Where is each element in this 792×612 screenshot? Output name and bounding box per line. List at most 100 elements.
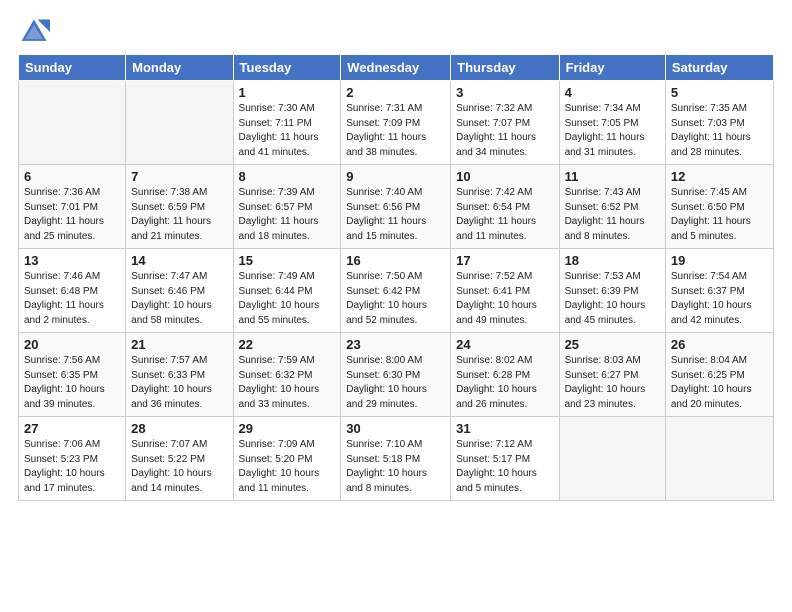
day-info: Sunrise: 8:03 AM Sunset: 6:27 PM Dayligh… [565,354,660,412]
day-info: Sunrise: 7:38 AM Sunset: 6:59 PM Dayligh… [131,186,227,244]
day-number: 4 [565,85,660,100]
day-info: Sunrise: 7:46 AM Sunset: 6:48 PM Dayligh… [24,270,120,328]
day-number: 3 [456,85,553,100]
day-info: Sunrise: 7:53 AM Sunset: 6:39 PM Dayligh… [565,270,660,328]
day-info: Sunrise: 7:07 AM Sunset: 5:22 PM Dayligh… [131,438,227,496]
calendar-header-row: SundayMondayTuesdayWednesdayThursdayFrid… [19,55,774,81]
calendar-cell: 23 Sunrise: 8:00 AM Sunset: 6:30 PM Dayli… [341,333,451,417]
day-info: Sunrise: 7:39 AM Sunset: 6:57 PM Dayligh… [239,186,336,244]
calendar-cell: 25 Sunrise: 8:03 AM Sunset: 6:27 PM Dayli… [559,333,665,417]
day-number: 27 [24,421,120,436]
calendar-cell [126,81,233,165]
day-info: Sunrise: 7:49 AM Sunset: 6:44 PM Dayligh… [239,270,336,328]
day-info: Sunrise: 7:52 AM Sunset: 6:41 PM Dayligh… [456,270,553,328]
calendar-cell: 18 Sunrise: 7:53 AM Sunset: 6:39 PM Dayli… [559,249,665,333]
day-info: Sunrise: 7:59 AM Sunset: 6:32 PM Dayligh… [239,354,336,412]
logo-icon [18,16,50,48]
logo [18,16,54,48]
calendar-cell: 7 Sunrise: 7:38 AM Sunset: 6:59 PM Daylig… [126,165,233,249]
calendar-cell: 17 Sunrise: 7:52 AM Sunset: 6:41 PM Dayli… [451,249,559,333]
day-number: 14 [131,253,227,268]
day-number: 6 [24,169,120,184]
day-info: Sunrise: 7:45 AM Sunset: 6:50 PM Dayligh… [671,186,768,244]
day-number: 17 [456,253,553,268]
calendar-cell: 26 Sunrise: 8:04 AM Sunset: 6:25 PM Dayli… [665,333,773,417]
day-info: Sunrise: 7:43 AM Sunset: 6:52 PM Dayligh… [565,186,660,244]
day-info: Sunrise: 7:32 AM Sunset: 7:07 PM Dayligh… [456,102,553,160]
col-header-monday: Monday [126,55,233,81]
day-number: 30 [346,421,445,436]
calendar-cell: 5 Sunrise: 7:35 AM Sunset: 7:03 PM Daylig… [665,81,773,165]
calendar-cell: 2Sunrise: 7:31 AM Sunset: 7:09 PM Daylig… [341,81,451,165]
calendar-cell: 21Sunrise: 7:57 AM Sunset: 6:33 PM Dayli… [126,333,233,417]
col-header-tuesday: Tuesday [233,55,341,81]
day-info: Sunrise: 7:47 AM Sunset: 6:46 PM Dayligh… [131,270,227,328]
day-info: Sunrise: 7:54 AM Sunset: 6:37 PM Dayligh… [671,270,768,328]
day-number: 20 [24,337,120,352]
calendar-cell [19,81,126,165]
calendar-cell: 19Sunrise: 7:54 AM Sunset: 6:37 PM Dayli… [665,249,773,333]
calendar-cell: 4 Sunrise: 7:34 AM Sunset: 7:05 PM Daylig… [559,81,665,165]
calendar-cell: 15 Sunrise: 7:49 AM Sunset: 6:44 PM Dayli… [233,249,341,333]
calendar-cell: 27 Sunrise: 7:06 AM Sunset: 5:23 PM Dayli… [19,417,126,501]
day-info: Sunrise: 7:30 AM Sunset: 7:11 PM Dayligh… [239,102,336,160]
day-info: Sunrise: 8:00 AM Sunset: 6:30 PM Dayligh… [346,354,445,412]
calendar-cell: 14 Sunrise: 7:47 AM Sunset: 6:46 PM Dayli… [126,249,233,333]
day-info: Sunrise: 8:04 AM Sunset: 6:25 PM Dayligh… [671,354,768,412]
calendar-cell: 6Sunrise: 7:36 AM Sunset: 7:01 PM Daylig… [19,165,126,249]
day-number: 18 [565,253,660,268]
calendar-week-row: 1 Sunrise: 7:30 AM Sunset: 7:11 PM Daylig… [19,81,774,165]
day-number: 29 [239,421,336,436]
day-number: 5 [671,85,768,100]
calendar-week-row: 27 Sunrise: 7:06 AM Sunset: 5:23 PM Dayli… [19,417,774,501]
calendar-cell: 31 Sunrise: 7:12 AM Sunset: 5:17 PM Dayli… [451,417,559,501]
day-number: 28 [131,421,227,436]
calendar-cell [559,417,665,501]
day-info: Sunrise: 7:34 AM Sunset: 7:05 PM Dayligh… [565,102,660,160]
day-number: 31 [456,421,553,436]
day-info: Sunrise: 8:02 AM Sunset: 6:28 PM Dayligh… [456,354,553,412]
day-number: 22 [239,337,336,352]
page: SundayMondayTuesdayWednesdayThursdayFrid… [0,0,792,612]
day-number: 10 [456,169,553,184]
day-number: 13 [24,253,120,268]
calendar-cell: 1 Sunrise: 7:30 AM Sunset: 7:11 PM Daylig… [233,81,341,165]
calendar-cell: 24Sunrise: 8:02 AM Sunset: 6:28 PM Dayli… [451,333,559,417]
calendar-cell: 22 Sunrise: 7:59 AM Sunset: 6:32 PM Dayli… [233,333,341,417]
day-info: Sunrise: 7:40 AM Sunset: 6:56 PM Dayligh… [346,186,445,244]
calendar-cell: 16 Sunrise: 7:50 AM Sunset: 6:42 PM Dayli… [341,249,451,333]
calendar-week-row: 13 Sunrise: 7:46 AM Sunset: 6:48 PM Dayli… [19,249,774,333]
calendar-week-row: 6Sunrise: 7:36 AM Sunset: 7:01 PM Daylig… [19,165,774,249]
day-number: 12 [671,169,768,184]
day-info: Sunrise: 7:42 AM Sunset: 6:54 PM Dayligh… [456,186,553,244]
day-info: Sunrise: 7:06 AM Sunset: 5:23 PM Dayligh… [24,438,120,496]
calendar-week-row: 20 Sunrise: 7:56 AM Sunset: 6:35 PM Dayli… [19,333,774,417]
day-info: Sunrise: 7:10 AM Sunset: 5:18 PM Dayligh… [346,438,445,496]
day-info: Sunrise: 7:12 AM Sunset: 5:17 PM Dayligh… [456,438,553,496]
calendar-cell: 9Sunrise: 7:40 AM Sunset: 6:56 PM Daylig… [341,165,451,249]
day-number: 16 [346,253,445,268]
day-info: Sunrise: 7:35 AM Sunset: 7:03 PM Dayligh… [671,102,768,160]
day-number: 1 [239,85,336,100]
calendar-cell: 8Sunrise: 7:39 AM Sunset: 6:57 PM Daylig… [233,165,341,249]
calendar-cell: 29 Sunrise: 7:09 AM Sunset: 5:20 PM Dayli… [233,417,341,501]
day-number: 26 [671,337,768,352]
day-number: 15 [239,253,336,268]
day-number: 11 [565,169,660,184]
day-number: 7 [131,169,227,184]
calendar-cell: 11 Sunrise: 7:43 AM Sunset: 6:52 PM Dayli… [559,165,665,249]
day-info: Sunrise: 7:50 AM Sunset: 6:42 PM Dayligh… [346,270,445,328]
col-header-friday: Friday [559,55,665,81]
day-info: Sunrise: 7:56 AM Sunset: 6:35 PM Dayligh… [24,354,120,412]
calendar-cell: 10 Sunrise: 7:42 AM Sunset: 6:54 PM Dayli… [451,165,559,249]
day-number: 25 [565,337,660,352]
day-number: 23 [346,337,445,352]
header [18,10,774,48]
calendar-cell: 20 Sunrise: 7:56 AM Sunset: 6:35 PM Dayli… [19,333,126,417]
calendar-cell: 3 Sunrise: 7:32 AM Sunset: 7:07 PM Daylig… [451,81,559,165]
col-header-saturday: Saturday [665,55,773,81]
day-info: Sunrise: 7:09 AM Sunset: 5:20 PM Dayligh… [239,438,336,496]
day-info: Sunrise: 7:31 AM Sunset: 7:09 PM Dayligh… [346,102,445,160]
day-info: Sunrise: 7:57 AM Sunset: 6:33 PM Dayligh… [131,354,227,412]
col-header-thursday: Thursday [451,55,559,81]
